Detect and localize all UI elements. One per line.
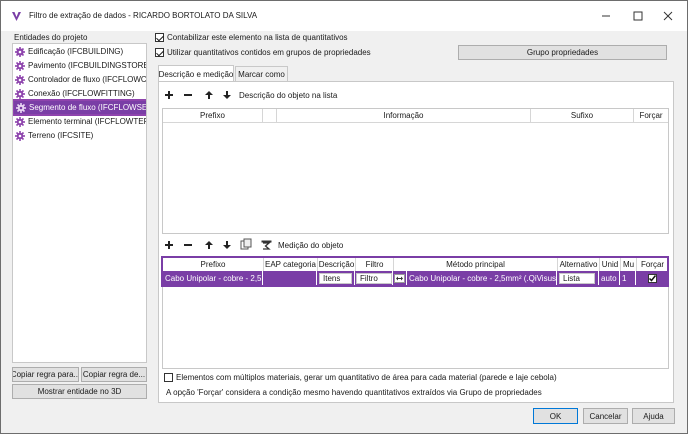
entity-item[interactable]: Terreno (IFCSITE) bbox=[13, 129, 146, 142]
move-down-icon[interactable] bbox=[221, 239, 233, 251]
cell-unit[interactable]: auto bbox=[599, 271, 620, 286]
column-header[interactable]: Mu bbox=[621, 258, 637, 272]
help-button[interactable]: Ajuda bbox=[632, 408, 675, 424]
entity-label: Controlador de fluxo (IFCFLOWCONT bbox=[28, 75, 147, 84]
cancel-button[interactable]: Cancelar bbox=[583, 408, 628, 424]
column-header[interactable]: Forçar bbox=[637, 258, 668, 272]
use-property-groups-label: Utilizar quantitativos contidos em grupo… bbox=[167, 48, 371, 57]
entities-list[interactable]: Edificação (IFCBUILDING) Pavimento (IFCB… bbox=[12, 43, 147, 363]
add-icon[interactable] bbox=[163, 239, 175, 251]
column-header[interactable]: Prefixo bbox=[163, 258, 264, 272]
copy-rule-to-button[interactable]: Copiar regra para... bbox=[12, 367, 79, 382]
cell-force[interactable] bbox=[636, 271, 669, 286]
column-header[interactable]: Descrição bbox=[318, 258, 356, 272]
gear-icon bbox=[15, 46, 25, 57]
column-header[interactable]: Forçar bbox=[634, 109, 668, 123]
force-checkbox[interactable] bbox=[648, 274, 657, 283]
column-header[interactable]: Sufixo bbox=[531, 109, 634, 123]
entity-item[interactable]: Controlador de fluxo (IFCFLOWCONT bbox=[13, 73, 147, 86]
sum-icon[interactable] bbox=[260, 239, 272, 251]
alternative-value[interactable]: Lista bbox=[559, 273, 595, 284]
entity-item-selected[interactable]: Segmento de fluxo (IFCFLOWSEGME bbox=[13, 99, 147, 116]
entity-item[interactable]: Elemento terminal (IFCFLOWTERMIN bbox=[13, 115, 146, 128]
minimize-icon[interactable] bbox=[591, 1, 621, 31]
remove-icon[interactable] bbox=[182, 239, 194, 251]
move-up-icon[interactable] bbox=[203, 239, 215, 251]
cell-prefix[interactable]: Cabo Unipolar - cobre - 2,5mm bbox=[163, 271, 263, 286]
move-down-icon[interactable] bbox=[221, 89, 233, 101]
close-icon[interactable] bbox=[653, 1, 683, 31]
force-note: A opção 'Forçar' considera a condição me… bbox=[166, 388, 542, 397]
entity-item[interactable]: Conexão (IFCFLOWFITTING) bbox=[13, 87, 146, 100]
cell-main-method[interactable]: Cabo Unipolar - cobre - 2,5mm² (.QiVisus… bbox=[407, 271, 557, 286]
use-property-groups-checkbox[interactable] bbox=[155, 48, 164, 57]
column-header[interactable]: EAP categoria bbox=[264, 258, 318, 272]
cell-alternative[interactable]: Lista bbox=[557, 271, 599, 286]
copy-rule-from-button[interactable]: Copiar regra de... bbox=[81, 367, 147, 382]
column-header[interactable]: Alternativo bbox=[558, 258, 600, 272]
ok-button[interactable]: OK bbox=[533, 408, 578, 424]
column-header[interactable]: Informação bbox=[277, 109, 531, 123]
entity-label: Edificação (IFCBUILDING) bbox=[28, 47, 124, 56]
app-logo-icon bbox=[12, 12, 21, 21]
title-bar: Filtro de extração de dados - RICARDO BO… bbox=[1, 1, 687, 31]
property-group-button[interactable]: Grupo propriedades bbox=[458, 45, 667, 60]
measurement-section-label: Medição do objeto bbox=[278, 241, 344, 250]
description-value[interactable]: Itens bbox=[319, 273, 352, 284]
dialog-window: Filtro de extração de dados - RICARDO BO… bbox=[0, 0, 688, 434]
table-row[interactable]: Cabo Unipolar - cobre - 2,5mm Itens Filt… bbox=[163, 271, 669, 286]
column-header[interactable]: Método principal bbox=[394, 258, 558, 272]
multi-material-checkbox[interactable] bbox=[164, 373, 173, 382]
entity-label: Conexão (IFCFLOWFITTING) bbox=[28, 89, 135, 98]
show-3d-button[interactable]: Mostrar entidade no 3D bbox=[12, 384, 147, 399]
column-spacer bbox=[263, 109, 277, 123]
link-icon[interactable] bbox=[393, 271, 407, 286]
count-element-checkbox[interactable] bbox=[155, 33, 164, 42]
description-section-label: Descrição do objeto na lista bbox=[239, 91, 338, 100]
cell-multiplier[interactable]: 1 bbox=[620, 271, 636, 286]
entity-label: Elemento terminal (IFCFLOWTERMIN bbox=[28, 117, 146, 126]
column-header[interactable]: Unid bbox=[600, 258, 621, 272]
gear-icon bbox=[15, 116, 25, 127]
multi-material-label: Elementos com múltiplos materiais, gerar… bbox=[176, 373, 557, 382]
tab-mark-as[interactable]: Marcar como bbox=[235, 66, 288, 81]
entity-item[interactable]: Pavimento (IFCBUILDINGSTOREY) bbox=[13, 59, 147, 72]
maximize-icon[interactable] bbox=[623, 1, 653, 31]
copy-icon[interactable] bbox=[240, 238, 252, 250]
entity-label: Terreno (IFCSITE) bbox=[28, 131, 94, 140]
entities-header: Entidades do projeto bbox=[14, 33, 88, 42]
cell-description[interactable]: Itens bbox=[317, 271, 355, 286]
entity-label: Segmento de fluxo (IFCFLOWSEGME bbox=[29, 103, 147, 112]
entity-item[interactable]: Edificação (IFCBUILDING) bbox=[13, 45, 146, 58]
gear-icon bbox=[15, 60, 25, 71]
column-header[interactable]: Prefixo bbox=[163, 109, 263, 123]
gear-icon bbox=[15, 130, 25, 141]
cell-eap[interactable] bbox=[263, 271, 317, 286]
gear-icon bbox=[15, 88, 25, 99]
gear-icon bbox=[16, 102, 26, 113]
column-header[interactable]: Filtro bbox=[356, 258, 394, 272]
tab-description-measurement[interactable]: Descrição e medição bbox=[158, 65, 234, 82]
description-grid[interactable]: Prefixo Informação Sufixo Forçar bbox=[162, 108, 669, 234]
add-icon[interactable] bbox=[163, 89, 175, 101]
cell-filter[interactable]: Filtro bbox=[355, 271, 393, 286]
entity-label: Pavimento (IFCBUILDINGSTOREY) bbox=[28, 61, 147, 70]
count-element-label: Contabilizar este elemento na lista de q… bbox=[167, 33, 348, 42]
move-up-icon[interactable] bbox=[203, 89, 215, 101]
remove-icon[interactable] bbox=[182, 89, 194, 101]
gear-icon bbox=[15, 74, 25, 85]
filter-value[interactable]: Filtro bbox=[356, 273, 392, 284]
window-title: Filtro de extração de dados - RICARDO BO… bbox=[29, 11, 258, 20]
